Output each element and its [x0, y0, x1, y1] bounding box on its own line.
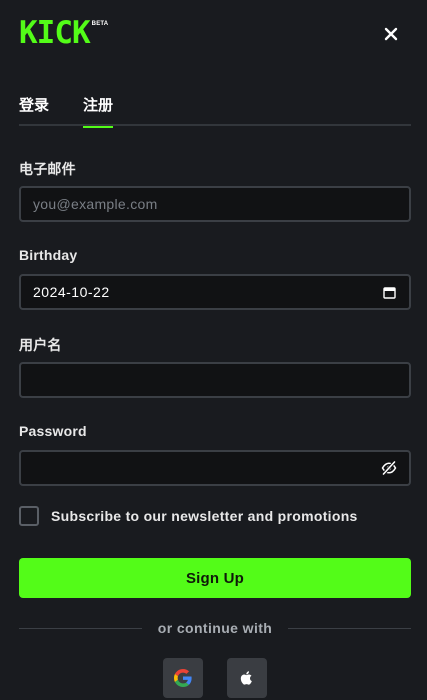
tab-register[interactable]: 注册 [83, 94, 114, 128]
password-input[interactable] [33, 460, 381, 476]
beta-badge: BETA [91, 21, 109, 27]
email-input[interactable] [33, 196, 397, 212]
google-login-button[interactable] [163, 658, 203, 698]
auth-tabs: 登录 注册 [19, 90, 411, 128]
or-divider: or continue with [19, 618, 412, 638]
password-label: Password [19, 423, 87, 439]
newsletter-row: Subscribe to our newsletter and promotio… [19, 505, 358, 527]
birthday-label: Birthday [19, 247, 78, 263]
google-icon [174, 669, 192, 687]
logo-text: KICK [19, 15, 91, 51]
email-field-wrapper [19, 186, 411, 222]
tab-login[interactable]: 登录 [19, 94, 49, 126]
birthday-value: 2024-10-22 [33, 284, 110, 300]
birthday-input[interactable]: 2024-10-22 [19, 274, 411, 310]
divider-line-left [19, 627, 142, 629]
username-label: 用户名 [19, 337, 62, 353]
eye-off-icon[interactable] [381, 460, 397, 476]
apple-icon [240, 671, 252, 685]
username-field-wrapper [19, 362, 411, 398]
calendar-icon[interactable] [381, 284, 397, 300]
close-icon [384, 27, 398, 41]
password-field-wrapper [19, 450, 411, 486]
signup-page: KICK BETA 登录 注册 电子邮件 Birthday 2024-10-22… [0, 0, 427, 700]
divider-line-right [288, 627, 412, 629]
close-button[interactable] [380, 23, 402, 45]
kick-logo[interactable]: KICK BETA [19, 15, 109, 51]
newsletter-checkbox[interactable] [19, 506, 39, 526]
divider-text: or continue with [157, 620, 273, 636]
sign-up-button[interactable]: Sign Up [19, 558, 411, 598]
apple-login-button[interactable] [227, 658, 267, 698]
username-input[interactable] [33, 372, 397, 388]
email-label: 电子邮件 [19, 161, 76, 177]
newsletter-label[interactable]: Subscribe to our newsletter and promotio… [51, 508, 358, 524]
